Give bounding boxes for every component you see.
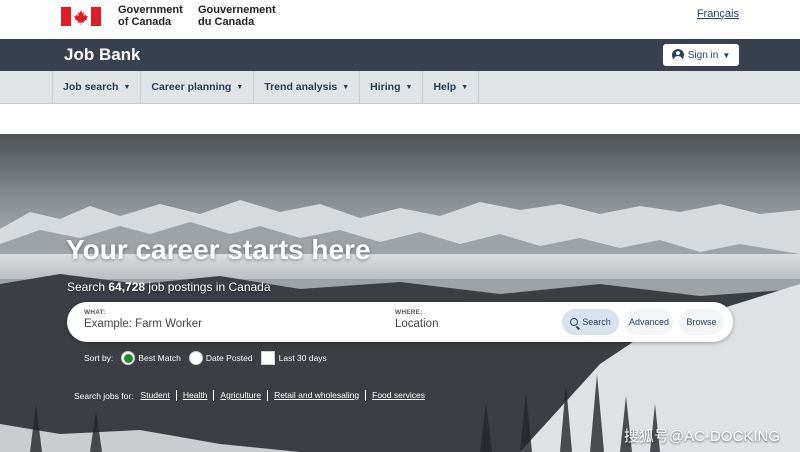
menu-item-label: Career planning [151,81,232,93]
hero-sub-suffix: job postings in Canada [148,280,271,294]
menu-item-label: Help [433,81,457,93]
link-health[interactable]: Health [175,390,214,401]
hero-title: Your career starts here [66,234,371,265]
language-toggle-link[interactable]: Français [697,8,739,20]
menu-item-job-search[interactable]: Job search ▼ [52,71,140,103]
menu-item-help[interactable]: Help ▼ [422,71,480,103]
sort-options: Sort by: Best Match Date Posted Last 30 … [84,351,335,365]
job-count: 64,728 [108,280,146,294]
search-button[interactable]: Search [562,309,619,335]
what-input[interactable]: Example: Farm Worker [84,318,374,330]
sort-date-posted-label[interactable]: Date Posted [206,353,253,363]
spacer [0,104,800,134]
search-icon [570,318,579,326]
menu-item-label: Hiring [370,81,401,93]
menu-item-trend-analysis[interactable]: Trend analysis ▼ [253,71,359,103]
job-search-form: WHAT: Example: Farm Worker WHERE: Locati… [67,302,733,342]
browse-button[interactable]: Browse [679,309,724,335]
user-icon [671,49,684,61]
link-retail-wholesaling[interactable]: Retail and wholesaling [267,390,365,401]
link-food-services[interactable]: Food services [365,390,431,401]
hero-banner: Your career starts here Search 64,728 jo… [0,134,800,452]
canada-flag-icon [61,7,101,26]
sign-in-button[interactable]: Sign in ▼ [663,44,739,66]
link-student[interactable]: Student [141,390,176,401]
main-menu: Job search ▼ Career planning ▼ Trend ana… [0,71,800,104]
menu-item-career-planning[interactable]: Career planning ▼ [140,71,253,103]
chevron-down-icon: ▼ [722,50,731,60]
chevron-down-icon: ▼ [405,83,413,91]
menu-item-hiring[interactable]: Hiring ▼ [359,71,422,103]
watermark-text: 搜狐号@AC-DOCKING [623,428,780,445]
chevron-down-icon: ▼ [461,83,469,91]
gov-header: Government of Canada Gouvernement du Can… [0,0,800,39]
link-agriculture[interactable]: Agriculture [213,390,267,401]
sign-in-label: Sign in [687,49,719,61]
gov-signature-en[interactable]: Government of Canada [118,4,183,28]
sort-date-posted-radio[interactable] [188,351,203,365]
search-button-label: Search [582,317,611,327]
menu-item-label: Trend analysis [264,81,338,93]
chevron-down-icon: ▼ [342,83,350,91]
what-field[interactable]: WHAT: Example: Farm Worker [84,309,374,330]
app-title[interactable]: Job Bank [64,45,141,65]
where-input[interactable]: Location [395,318,555,330]
where-label: WHERE: [395,309,423,316]
last-30-days-checkbox[interactable] [260,351,275,365]
chevron-down-icon: ▼ [236,83,244,91]
sort-best-match-label[interactable]: Best Match [138,353,181,363]
where-field[interactable]: WHERE: Location [395,309,555,330]
hero-sub-prefix: Search [67,280,106,294]
last-30-days-label[interactable]: Last 30 days [279,353,327,363]
advanced-search-button[interactable]: Advanced [625,309,673,335]
app-bar: Job Bank Sign in ▼ [0,39,800,71]
sort-label: Sort by: [84,353,114,363]
quick-links-lead: Search jobs for: [74,390,134,401]
what-label: WHAT: [84,309,106,316]
chevron-down-icon: ▼ [123,83,131,91]
gov-signature-fr[interactable]: Gouvernement du Canada [198,4,276,28]
menu-item-label: Job search [63,81,119,93]
quick-search-links: Search jobs for: Student Health Agricult… [74,390,431,401]
sort-best-match-radio[interactable] [121,351,136,365]
hero-subtitle: Search 64,728 job postings in Canada [67,280,271,294]
